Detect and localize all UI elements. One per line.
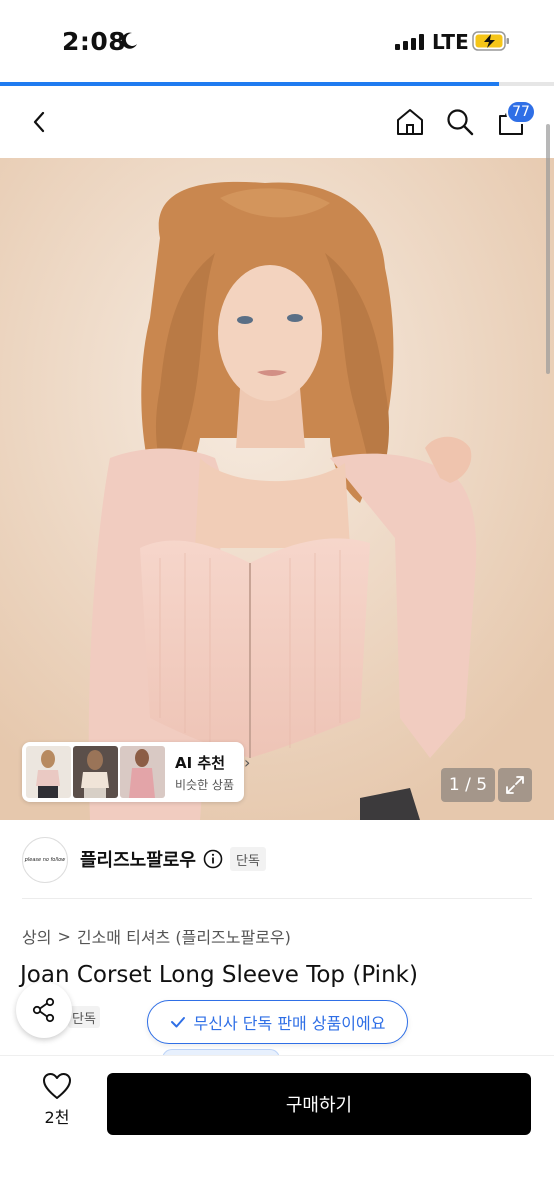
thumbnail-image	[73, 746, 118, 798]
thumbnail-image	[120, 746, 165, 798]
exclusive-badge: 단독	[230, 847, 266, 871]
like-button[interactable]: 2천	[30, 1072, 84, 1136]
product-photo	[0, 158, 554, 820]
signal-icon	[395, 34, 425, 50]
share-icon	[32, 997, 55, 1023]
chevron-left-icon	[33, 111, 45, 133]
back-button[interactable]	[20, 102, 60, 142]
ai-recommendation-title: AI 추천	[175, 754, 226, 772]
breadcrumb: 상의 > 긴소매 티셔츠 (플리즈노팔로우)	[22, 924, 291, 948]
breadcrumb-separator: >	[57, 926, 71, 946]
moon-icon	[121, 32, 137, 49]
ai-recommendation-card[interactable]: AI 추천 › 비슷한 상품	[22, 742, 250, 802]
scrollbar[interactable]	[546, 124, 550, 374]
search-button[interactable]	[440, 102, 480, 142]
product-title: Joan Corset Long Sleeve Top (Pink)	[20, 962, 418, 988]
divider	[22, 898, 532, 899]
cart-count-badge: 77	[506, 100, 536, 124]
share-button[interactable]	[16, 982, 72, 1038]
chevron-right-icon: ›	[244, 753, 251, 772]
thumbnail-image	[26, 746, 71, 798]
toast-message: 무신사 단독 판매 상품이에요	[193, 1014, 386, 1033]
like-count: 2천	[44, 1108, 70, 1127]
ai-recommendation-thumbnail	[26, 746, 71, 798]
breadcrumb-subcategory[interactable]: 긴소매 티셔츠 (플리즈노팔로우)	[77, 924, 291, 948]
battery-charging-icon	[472, 31, 509, 51]
brand-logo-text: please no follow	[24, 857, 66, 863]
status-time: 2:08	[62, 27, 127, 56]
heart-icon	[43, 1073, 71, 1099]
product-image-gallery[interactable]	[0, 158, 554, 820]
exclusive-badge: 단독	[68, 1006, 100, 1028]
buy-button[interactable]: 구매하기	[107, 1073, 531, 1135]
expand-icon	[506, 776, 524, 794]
ai-recommendation-thumbnail	[120, 746, 165, 798]
breadcrumb-category[interactable]: 상의	[22, 924, 51, 948]
fullscreen-button[interactable]	[498, 768, 532, 802]
check-icon	[170, 1017, 185, 1028]
exclusive-toast: 무신사 단독 판매 상품이에요	[147, 1000, 408, 1044]
info-icon[interactable]	[203, 849, 223, 869]
search-icon	[447, 109, 474, 136]
brand-name-link[interactable]: 플리즈노팔로우	[80, 846, 196, 872]
home-icon	[397, 109, 423, 135]
home-button[interactable]	[390, 102, 430, 142]
ai-recommendation-subtitle: 비슷한 상품	[175, 778, 235, 792]
network-label: LTE	[432, 30, 469, 54]
brand-logo[interactable]: please no follow	[22, 837, 68, 883]
gallery-page-indicator: 1 / 5	[441, 768, 495, 802]
status-bar: 2:08 LTE	[0, 0, 554, 82]
ai-recommendation-thumbnail	[73, 746, 118, 798]
top-nav-bar	[0, 86, 554, 158]
